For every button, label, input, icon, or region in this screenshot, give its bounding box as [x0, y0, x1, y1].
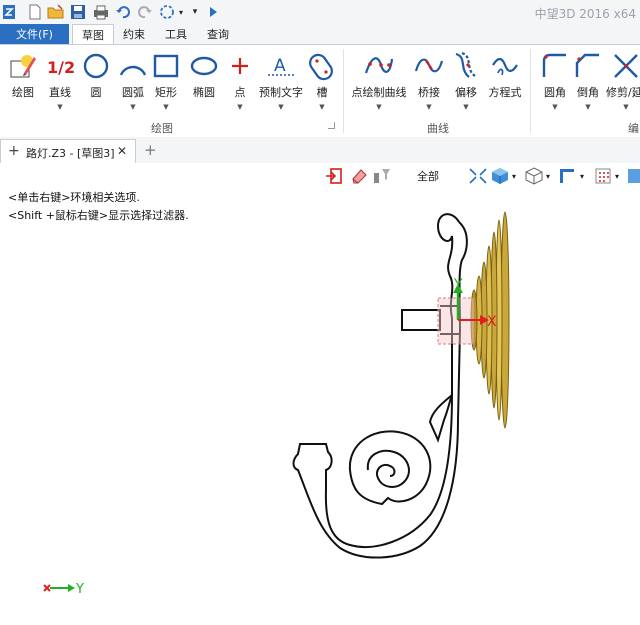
bracket-outline [292, 213, 468, 559]
axis-triad [43, 584, 75, 592]
axis-y-label: Y [453, 277, 463, 293]
axis-x-label: X [487, 314, 497, 330]
triad-y-label: Y [75, 582, 84, 597]
sketch-drawing: Y X Y [43, 211, 510, 597]
